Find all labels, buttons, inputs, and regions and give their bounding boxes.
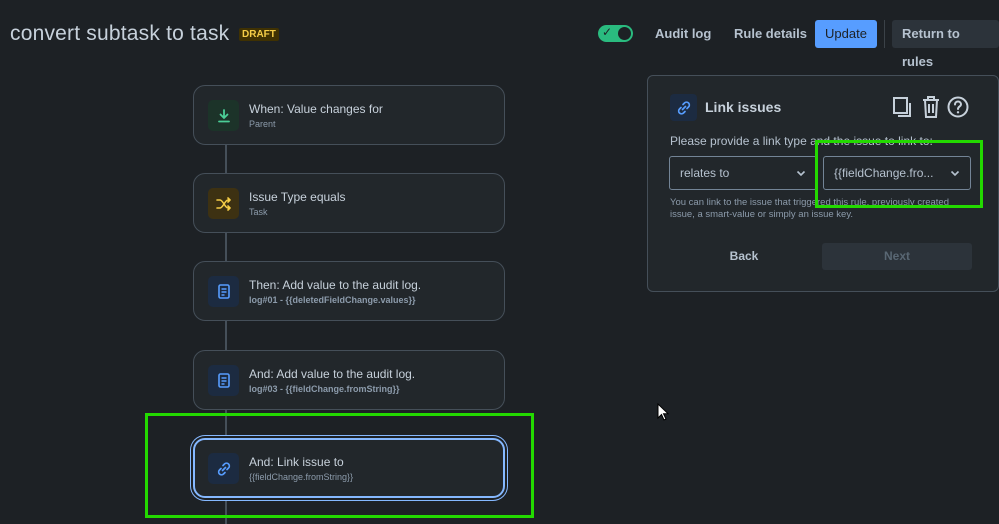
audit-log-icon: [208, 365, 239, 396]
flow-step-condition[interactable]: Issue Type equals Task: [193, 173, 505, 233]
link-type-value: relates to: [680, 166, 730, 180]
condition-icon: [208, 188, 239, 219]
chevron-down-icon: [796, 157, 806, 201]
mouse-cursor-icon: [657, 402, 670, 426]
step-detail: {{fieldChange.fromString}}: [249, 472, 354, 482]
link-issues-panel: Link issues Please provide a link type a…: [647, 75, 999, 292]
link-icon: [670, 94, 697, 121]
chevron-down-icon: [950, 157, 960, 201]
step-label: And: Add value to the audit log.: [249, 367, 416, 381]
step-label: When: Value changes for: [249, 102, 383, 116]
step-label: Then: Add value to the audit log.: [249, 278, 422, 292]
flow-step-audit-log-2[interactable]: And: Add value to the audit log. log#03 …: [193, 350, 505, 410]
step-label: Issue Type equals: [249, 190, 346, 204]
link-icon: [208, 453, 239, 484]
header-divider: [884, 20, 885, 48]
step-label: And: Link issue to: [249, 455, 344, 469]
next-button[interactable]: Next: [822, 243, 972, 270]
flow-step-link-issue[interactable]: And: Link issue to {{fieldChange.fromStr…: [193, 438, 505, 498]
panel-title: Link issues: [705, 99, 782, 115]
panel-help-text: You can link to the issue that triggered…: [670, 197, 950, 220]
audit-log-icon: [208, 276, 239, 307]
trigger-icon: [208, 100, 239, 131]
rule-enabled-toggle[interactable]: ✓: [598, 25, 633, 42]
panel-prompt: Please provide a link type and the issue…: [670, 134, 933, 148]
link-type-select[interactable]: relates to: [669, 156, 817, 190]
audit-log-button[interactable]: Audit log: [645, 20, 721, 48]
flow-step-audit-log-1[interactable]: Then: Add value to the audit log. log#01…: [193, 261, 505, 321]
update-button[interactable]: Update: [815, 20, 877, 48]
step-detail: log#01 - {{deletedFieldChange.values}}: [249, 295, 416, 305]
back-button[interactable]: Back: [669, 243, 819, 270]
step-detail: Task: [249, 207, 268, 217]
toggle-knob: [618, 27, 631, 40]
delete-icon[interactable]: [920, 95, 942, 119]
help-icon[interactable]: [946, 95, 969, 119]
copy-icon[interactable]: [892, 95, 914, 119]
rule-title: convert subtask to task: [10, 22, 230, 45]
issue-value: {{fieldChange.fro...: [834, 166, 934, 180]
return-to-rules-button[interactable]: Return to rules: [892, 20, 999, 69]
step-detail: Parent: [249, 119, 276, 129]
issue-select[interactable]: {{fieldChange.fro...: [823, 156, 971, 190]
check-icon: ✓: [602, 25, 613, 39]
step-detail: log#03 - {{fieldChange.fromString}}: [249, 384, 400, 394]
rule-details-button[interactable]: Rule details: [724, 20, 817, 48]
flow-step-trigger[interactable]: When: Value changes for Parent: [193, 85, 505, 145]
draft-badge: DRAFT: [239, 28, 279, 41]
